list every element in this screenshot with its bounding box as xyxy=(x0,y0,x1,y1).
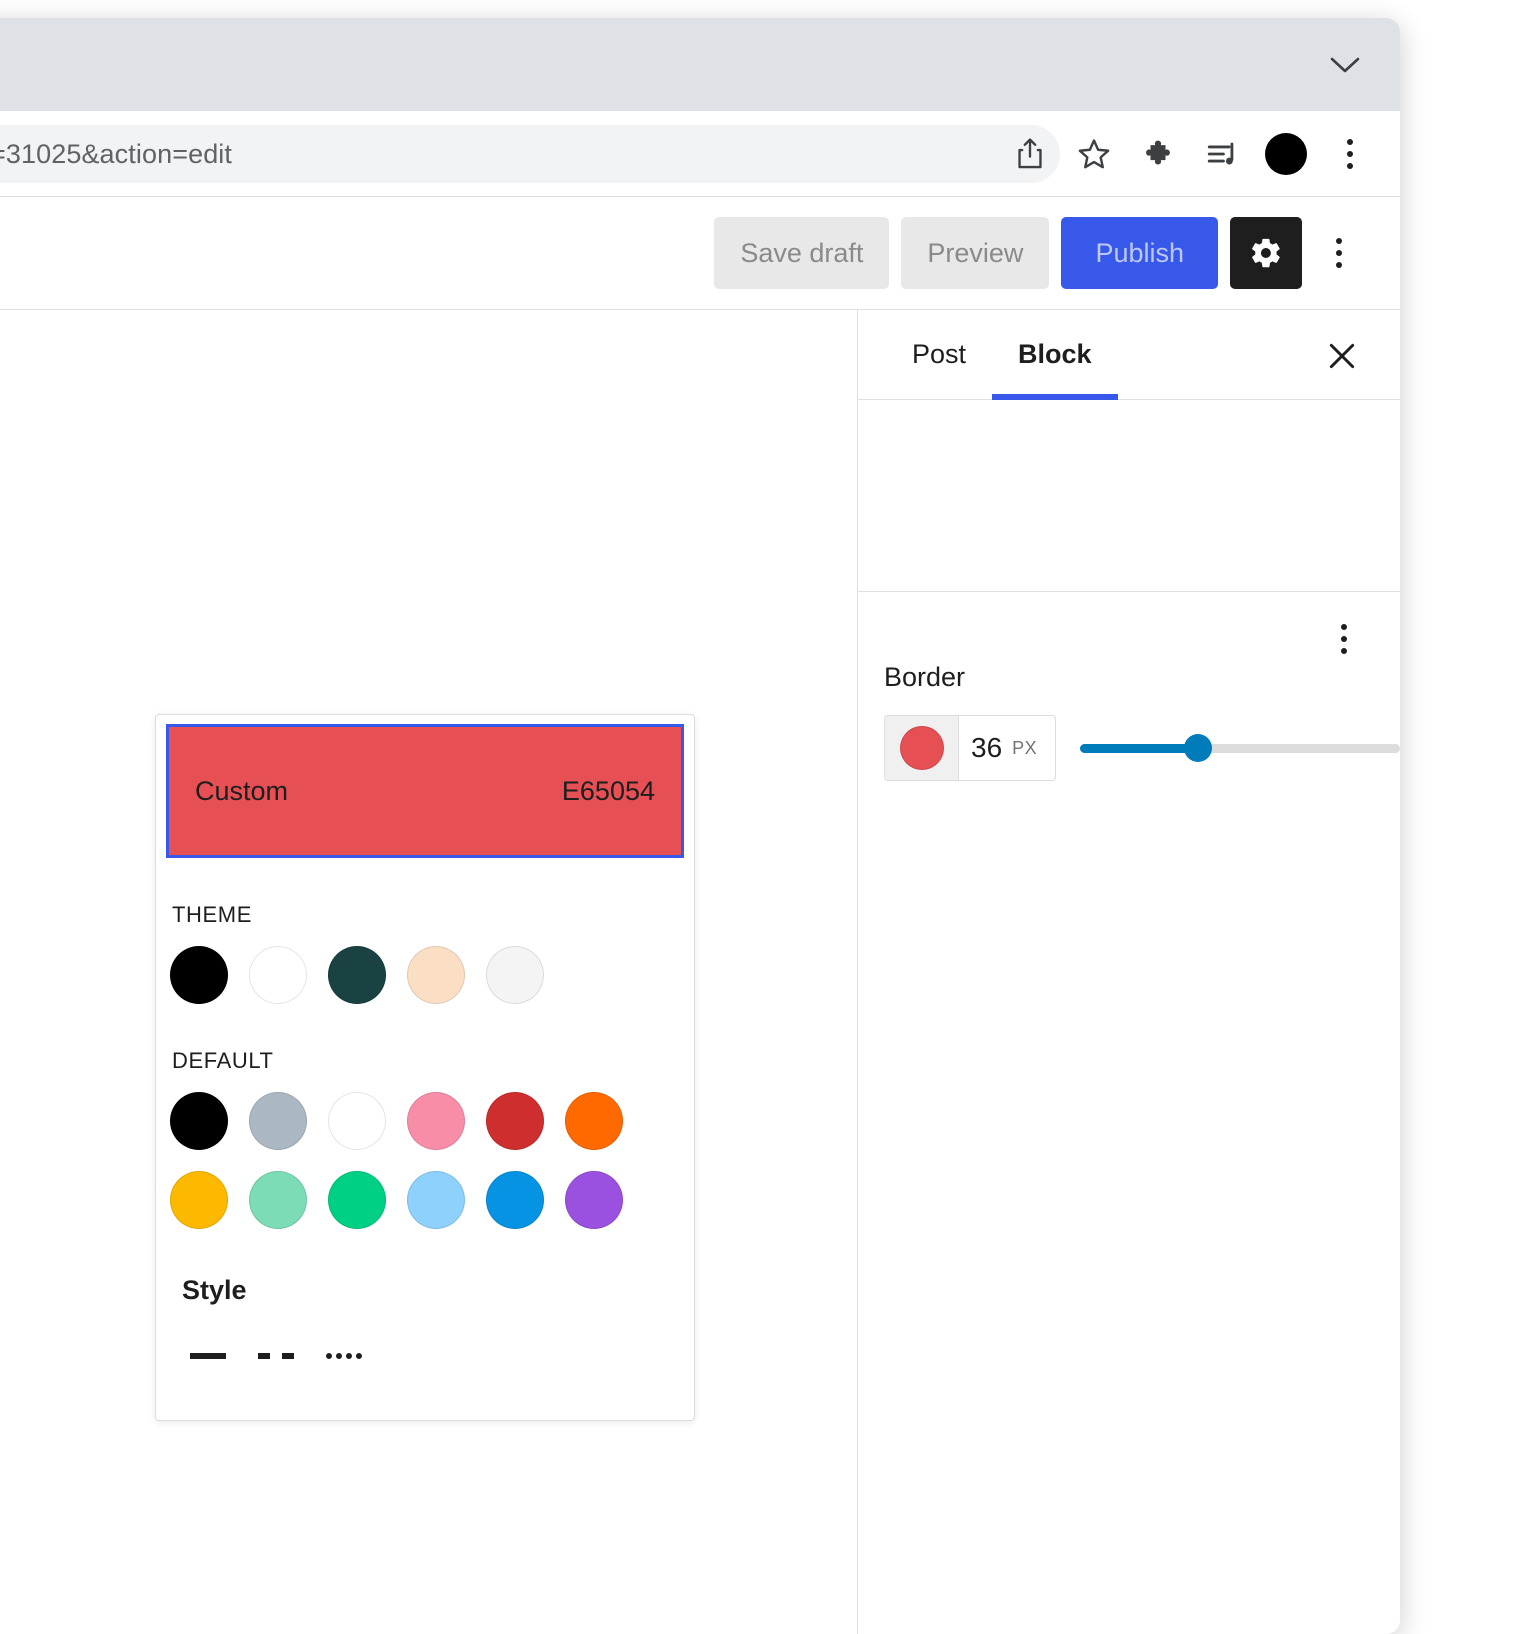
default-luminous-amber[interactable] xyxy=(170,1171,228,1229)
border-style-dashed[interactable] xyxy=(250,1330,302,1382)
avatar xyxy=(1265,133,1307,175)
border-color-swatch-button[interactable] xyxy=(885,716,959,780)
tab-block[interactable]: Block xyxy=(992,310,1118,400)
gear-icon[interactable] xyxy=(1230,217,1302,289)
default-luminous-orange[interactable] xyxy=(565,1092,623,1150)
save-draft-button[interactable]: Save draft xyxy=(714,217,890,289)
theme-dark-teal[interactable] xyxy=(328,946,386,1004)
border-label: Border xyxy=(884,662,966,692)
browser-omnibox-row: =31025&action=edit xyxy=(0,111,1400,197)
kebab-dots xyxy=(1341,624,1347,654)
custom-color-label: Custom xyxy=(195,775,289,806)
profile-avatar-icon[interactable] xyxy=(1258,126,1314,182)
url-input[interactable]: =31025&action=edit xyxy=(0,125,1060,183)
default-white[interactable] xyxy=(328,1092,386,1150)
border-width-input[interactable]: 36 PX xyxy=(959,716,1055,780)
theme-group-title: THEME xyxy=(172,902,252,927)
border-width-control: 36 PX xyxy=(884,715,1056,781)
default-group-title: DEFAULT xyxy=(172,1048,274,1073)
default-black[interactable] xyxy=(170,1092,228,1150)
default-vivid-red[interactable] xyxy=(486,1092,544,1150)
border-width-unit: PX xyxy=(1012,737,1038,758)
kebab-dots xyxy=(1347,139,1353,169)
border-style-options xyxy=(156,1330,694,1382)
border-width-value: 36 xyxy=(971,732,1003,763)
theme-off-white[interactable] xyxy=(486,946,544,1004)
close-x-icon[interactable] xyxy=(1318,332,1366,380)
style-section-title: Style xyxy=(182,1275,247,1305)
editor-options-kebab-icon[interactable] xyxy=(1316,217,1362,289)
border-color-swatch xyxy=(899,726,944,770)
default-vivid-cyan-blue[interactable] xyxy=(486,1171,544,1229)
border-options-kebab-icon[interactable] xyxy=(1324,614,1364,664)
color-picker-popover: Custom E65054 THEME DEFAULT Style xyxy=(155,714,695,1421)
url-text: =31025&action=edit xyxy=(0,138,233,169)
slider-fill xyxy=(1080,743,1199,753)
preview-button[interactable]: Preview xyxy=(901,217,1050,289)
default-pale-pink[interactable] xyxy=(407,1092,465,1150)
theme-swatch-grid xyxy=(156,946,656,1004)
border-width-row: 36 PX xyxy=(884,715,1400,781)
slider-track xyxy=(1080,734,1400,762)
custom-color-row[interactable]: Custom E65054 xyxy=(166,724,684,858)
publish-button[interactable]: Publish xyxy=(1061,217,1218,289)
default-light-green-cyan[interactable] xyxy=(249,1171,307,1229)
theme-black[interactable] xyxy=(170,946,228,1004)
editor-toolbar: Save draft Preview Publish xyxy=(0,197,1400,310)
kebab-dots xyxy=(1336,238,1342,268)
default-vivid-purple[interactable] xyxy=(565,1171,623,1229)
sidebar-upper-panel xyxy=(858,400,1400,592)
border-style-solid[interactable] xyxy=(182,1330,234,1382)
editor-canvas[interactable]: Custom E65054 THEME DEFAULT Style xyxy=(0,310,858,1634)
default-pale-cyan-blue[interactable] xyxy=(407,1171,465,1229)
sidebar-tabs: Post Block xyxy=(858,310,1400,400)
theme-peach[interactable] xyxy=(407,946,465,1004)
tab-post[interactable]: Post xyxy=(886,310,992,400)
browser-tab-strip xyxy=(0,18,1400,111)
default-swatch-grid xyxy=(156,1092,656,1229)
chevron-down-icon[interactable] xyxy=(1328,48,1362,82)
border-width-slider[interactable] xyxy=(1080,715,1400,781)
custom-color-hex: E65054 xyxy=(561,775,655,806)
bookmark-star-icon[interactable] xyxy=(1066,126,1122,182)
extensions-puzzle-icon[interactable] xyxy=(1130,126,1186,182)
border-settings-section: Border 36 PX xyxy=(858,592,1400,781)
media-playlist-icon[interactable] xyxy=(1194,126,1250,182)
block-settings-sidebar: Post Block Border 36 PX xyxy=(858,310,1400,1634)
editor-body: Custom E65054 THEME DEFAULT Style Post B… xyxy=(0,310,1400,1634)
browser-window: =31025&action=edit Save draft Preview Pu… xyxy=(0,18,1400,1634)
omnibox-icon-group xyxy=(994,111,1378,197)
slider-thumb[interactable] xyxy=(1184,734,1213,762)
default-vivid-green-cyan[interactable] xyxy=(328,1171,386,1229)
border-style-dotted[interactable] xyxy=(318,1330,370,1382)
theme-white[interactable] xyxy=(249,946,307,1004)
chrome-menu-kebab-icon[interactable] xyxy=(1322,126,1378,182)
default-cyan-bluish-gray[interactable] xyxy=(249,1092,307,1150)
share-icon[interactable] xyxy=(1002,126,1058,182)
screen-root: =31025&action=edit Save draft Preview Pu… xyxy=(0,0,1534,1634)
